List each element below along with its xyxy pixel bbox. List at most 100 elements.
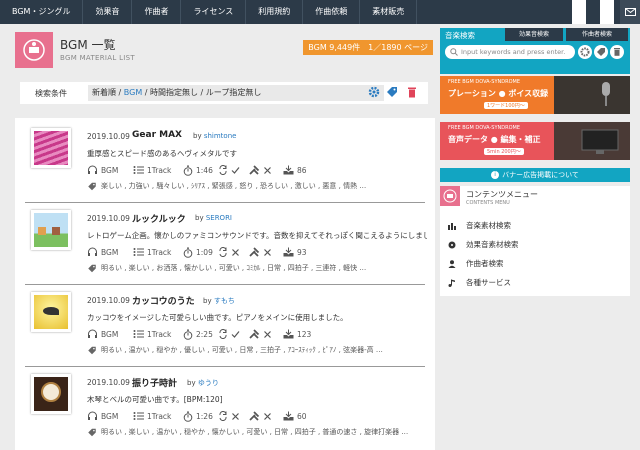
tag-list[interactable]: 明るい , 楽しい , 温かい , 穏やか , 懐かしい , 可愛い , 日常 … — [101, 427, 408, 437]
track-date: 2019.10.09 — [87, 214, 130, 223]
track-thumbnail[interactable] — [31, 128, 71, 168]
tab-composer-search[interactable]: 作曲者検索 — [566, 28, 628, 41]
tab-sound-effect-search[interactable]: 効果音検索 — [505, 28, 563, 41]
nav-sound-effects[interactable]: 効果音 — [83, 0, 133, 24]
author-link[interactable]: SERORI — [206, 214, 232, 222]
track-description: レトロゲーム企画。懐かしのファミコンサウンドです。音数を抑えてそれっぽく聞こえる… — [87, 231, 427, 240]
check-icon — [231, 166, 240, 174]
tag-icon — [88, 182, 96, 190]
tag-list[interactable]: 明るい , 温かい , 穏やか , 優しい , 可愛い , 日常 , 三拍子 ,… — [101, 345, 383, 355]
item-divider — [25, 366, 425, 367]
download-count: 86 — [297, 165, 307, 175]
tag-list[interactable]: 明るい , 楽しい , お洒落 , 懐かしい , 可愛い , ｺﾐｶﾙ , 日常… — [101, 263, 366, 273]
track-tags: 楽しい , 力強い , 騒々しい , ｼﾘｱｽ , 緊張感 , 怒り , 恐ろし… — [87, 181, 417, 191]
track-title[interactable]: カッコウのうた — [132, 294, 195, 307]
track-tags: 明るい , 温かい , 穏やか , 優しい , 可愛い , 日常 , 三拍子 ,… — [87, 345, 417, 355]
track-type: BGM — [101, 247, 119, 257]
menu-item-sfx-search[interactable]: 効果音素材検索 — [448, 239, 519, 250]
trash-icon[interactable] — [406, 86, 418, 98]
banner-narration-price: 1ワード100円〜 — [484, 102, 528, 109]
user-icon — [448, 259, 456, 268]
menu-title: コンテンツメニュー — [466, 190, 538, 199]
nav-blank-tab-2 — [600, 0, 614, 24]
by-label: by — [195, 214, 204, 222]
top-nav: BGM・ジングル 効果音 作曲者 ライセンス 利用規約 作曲依頼 素材販売 — [0, 0, 640, 24]
nav-terms[interactable]: 利用規約 — [246, 0, 304, 24]
track-thumbnail[interactable] — [31, 292, 71, 332]
track-title[interactable]: Gear MAX — [132, 130, 182, 140]
track-author: by すもち — [203, 296, 235, 306]
track-meta: BGM 1Track 2:25 123 — [87, 328, 311, 340]
download-icon — [283, 247, 294, 257]
cross-icon — [264, 248, 271, 256]
track-author: by ゆうり — [187, 378, 219, 388]
gear-icon[interactable] — [368, 86, 380, 98]
track-count: 1Track — [147, 165, 172, 175]
menu-item-services[interactable]: 各種サービス — [448, 277, 511, 288]
tools-icon — [249, 165, 260, 175]
track-description: カッコウをイメージした可愛らしい曲です。ピアノをメインに使用しました。 — [87, 313, 348, 322]
loop-icon — [219, 247, 227, 257]
track-author: by SERORI — [195, 214, 232, 222]
gear-icon[interactable] — [578, 45, 592, 59]
author-link[interactable]: shimtone — [204, 132, 237, 140]
item-divider — [25, 284, 425, 285]
loop-icon — [219, 329, 227, 339]
trash-icon[interactable] — [610, 45, 624, 59]
track-tags: 明るい , 楽しい , 温かい , 穏やか , 懐かしい , 可愛い , 日常 … — [87, 427, 417, 437]
track-duration: 1:09 — [196, 247, 213, 257]
stopwatch-icon — [183, 329, 193, 340]
tag-icon — [88, 428, 96, 436]
cross-icon — [264, 330, 271, 338]
info-icon: i — [491, 171, 500, 179]
nav-composers[interactable]: 作曲者 — [132, 0, 182, 24]
track-description: 木琴とベルの可愛い曲です。[BPM:120] — [87, 395, 223, 404]
track-type: BGM — [101, 165, 119, 175]
mail-icon[interactable] — [620, 0, 640, 24]
page-title: BGM 一覧 — [60, 38, 116, 52]
track-thumbnail[interactable] — [31, 210, 71, 250]
monitor-icon — [581, 129, 619, 154]
conditions-bgm-link[interactable]: BGM — [124, 88, 142, 97]
menu-item-music-search[interactable]: 音楽素材検索 — [448, 220, 511, 231]
dova-logo — [15, 32, 53, 68]
page-header: BGM 一覧 BGM MATERIAL LIST BGM 9,449件 1／18… — [15, 32, 435, 70]
download-count: 60 — [297, 411, 307, 421]
menu-item-label: 作曲者検索 — [466, 259, 504, 268]
track-date: 2019.10.09 — [87, 296, 130, 305]
page-subtitle: BGM MATERIAL LIST — [60, 54, 135, 62]
result-count-badge: BGM 9,449件 1／1890 ページ — [303, 40, 433, 55]
by-label: by — [187, 379, 196, 387]
download-icon — [283, 411, 294, 421]
nav-material-sales[interactable]: 素材販売 — [360, 0, 418, 24]
conditions-prefix: 新着順 / — [92, 88, 124, 97]
track-count: 1Track — [147, 247, 172, 257]
loop-icon — [219, 411, 227, 421]
track-count: 1Track — [147, 329, 172, 339]
author-link[interactable]: すもち — [214, 297, 235, 305]
banner-narration-main: プレーション ● ボイス収録 — [448, 89, 549, 98]
tags-icon[interactable] — [386, 86, 398, 98]
music-search-title: 音楽検索 — [445, 31, 475, 40]
headphones-icon — [88, 165, 97, 174]
tags-icon[interactable] — [594, 45, 608, 59]
menu-item-label: 効果音素材検索 — [466, 240, 519, 249]
banner-audio-editing[interactable]: FREE BGM DOVA-SYNDROME 音声データ ● 編集・補正 5mi… — [440, 122, 630, 160]
nav-bgm-jingle[interactable]: BGM・ジングル — [0, 0, 84, 24]
track-title[interactable]: 振り子時計 — [132, 376, 177, 389]
cross-icon — [264, 166, 271, 174]
nav-license[interactable]: ライセンス — [181, 0, 247, 24]
track-title[interactable]: ルックルック — [132, 212, 186, 225]
banner-narration[interactable]: FREE BGM DOVA-SYNDROME プレーション ● ボイス収録 1ワ… — [440, 76, 630, 114]
tag-icon — [88, 264, 96, 272]
search-input[interactable]: Input keywords and press enter. — [445, 45, 575, 59]
tag-list[interactable]: 楽しい , 力強い , 騒々しい , ｼﾘｱｽ , 緊張感 , 怒り , 恐ろし… — [101, 181, 366, 191]
menu-item-composer-search[interactable]: 作曲者検索 — [448, 258, 504, 269]
track-tags: 明るい , 楽しい , お洒落 , 懐かしい , 可愛い , ｺﾐｶﾙ , 日常… — [87, 263, 417, 273]
track-author: by shimtone — [193, 132, 236, 140]
track-thumbnail[interactable] — [31, 374, 71, 414]
author-link[interactable]: ゆうり — [198, 379, 219, 387]
banner-ad-info[interactable]: i バナー広告掲載について — [440, 168, 630, 182]
nav-commission[interactable]: 作曲依頼 — [303, 0, 361, 24]
track-date: 2019.10.09 — [87, 378, 130, 387]
